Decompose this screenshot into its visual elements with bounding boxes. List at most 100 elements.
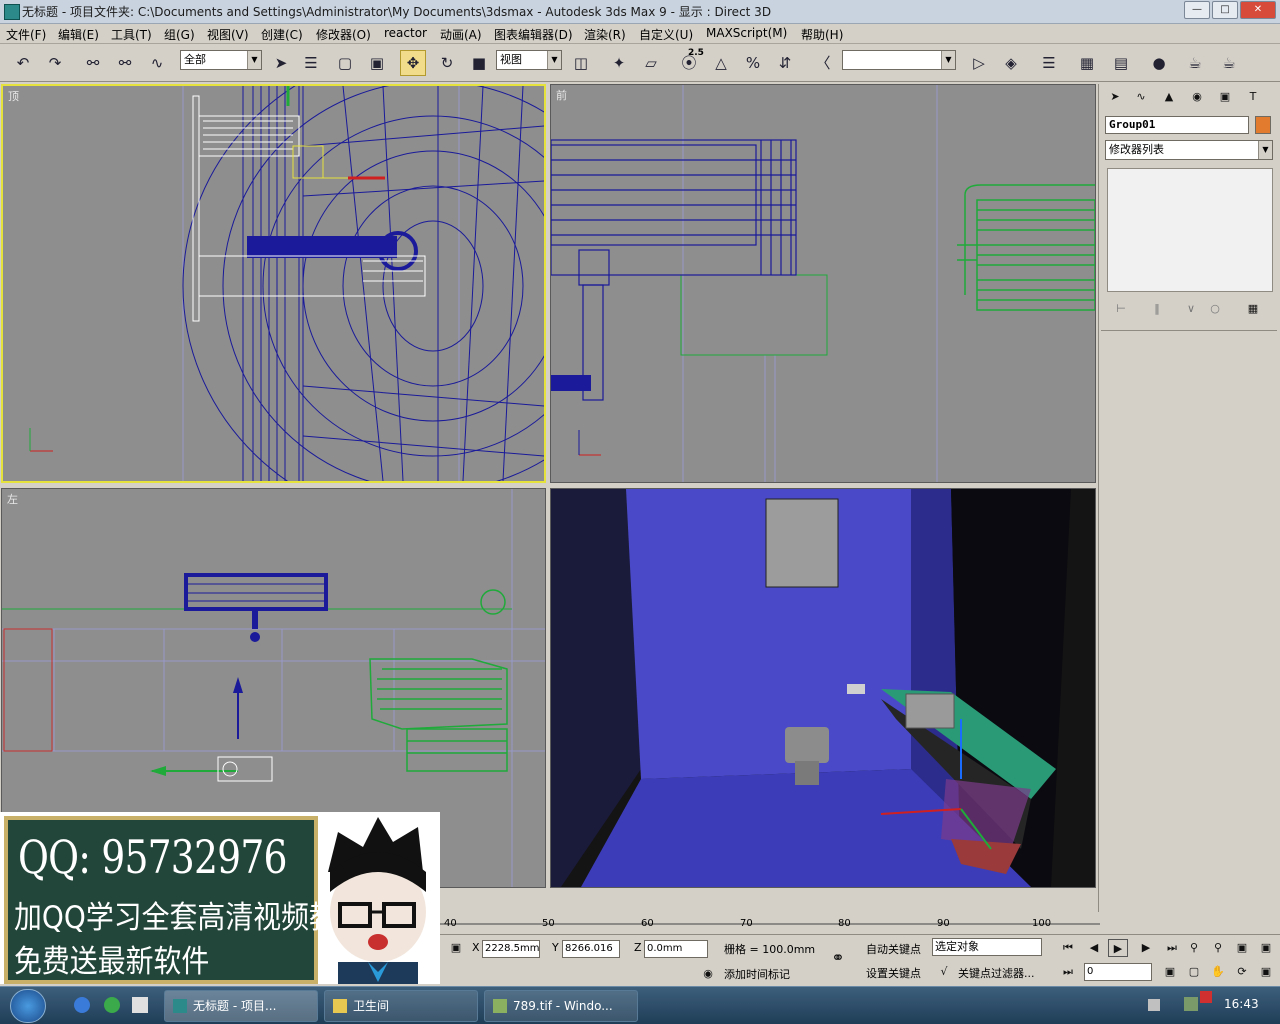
display-tab-icon[interactable]: ▣ xyxy=(1215,88,1235,106)
alert-icon[interactable] xyxy=(1200,991,1212,1003)
menu-help[interactable]: 帮助(H) xyxy=(801,26,843,43)
go-to-start-icon[interactable]: ⏮ xyxy=(1058,939,1078,957)
make-unique-icon[interactable]: ∨ xyxy=(1181,300,1201,318)
pan-icon[interactable]: ✋ xyxy=(1208,963,1228,981)
track-bar[interactable]: 40 50 60 70 80 90 100 xyxy=(440,912,1100,934)
add-time-tag-button[interactable]: 添加时间标记 xyxy=(724,966,790,982)
redo-icon[interactable]: ↷ xyxy=(42,50,68,76)
previous-frame-icon[interactable]: ◀ xyxy=(1084,939,1104,957)
undo-icon[interactable]: ↶ xyxy=(10,50,36,76)
modifier-stack[interactable] xyxy=(1107,168,1273,292)
selection-filter-dropdown[interactable]: 全部 ▼ xyxy=(180,50,262,70)
select-and-rotate-icon[interactable]: ↻ xyxy=(434,50,460,76)
viewport-perspective[interactable]: 透视 xyxy=(550,488,1096,888)
mirror-icon[interactable]: ▷ xyxy=(966,50,992,76)
render-scene-icon[interactable]: ☕ xyxy=(1182,50,1208,76)
rectangular-selection-icon[interactable]: ▢ xyxy=(332,50,358,76)
task-3dsmax[interactable]: 无标题 - 项目... xyxy=(164,990,318,1022)
material-editor-icon[interactable]: ● xyxy=(1146,50,1172,76)
time-configuration-icon[interactable]: ▣ xyxy=(1160,963,1180,981)
bind-space-warp-icon[interactable]: ∿ xyxy=(144,50,170,76)
task-image-viewer[interactable]: 789.tif - Windo... xyxy=(484,990,638,1022)
menu-customize[interactable]: 自定义(U) xyxy=(639,26,693,43)
quick-render-icon[interactable]: ☕ xyxy=(1216,50,1242,76)
viewport-front[interactable]: 前 xyxy=(550,84,1096,483)
region-zoom-icon[interactable]: ▢ xyxy=(1184,963,1204,981)
select-object-icon[interactable]: ➤ xyxy=(268,50,294,76)
auto-key-button[interactable]: 自动关键点 xyxy=(866,941,921,957)
arc-rotate-icon[interactable]: ⟳ xyxy=(1232,963,1252,981)
keyboard-icon[interactable] xyxy=(1148,999,1160,1011)
remove-modifier-icon[interactable]: ○ xyxy=(1205,300,1225,318)
menu-reactor[interactable]: reactor xyxy=(384,26,427,40)
ie-icon[interactable] xyxy=(74,997,90,1013)
pin-stack-icon[interactable]: ⊢ xyxy=(1111,300,1131,318)
absolute-mode-icon[interactable]: ▣ xyxy=(446,939,466,957)
manipulate-icon[interactable]: ✦ xyxy=(606,50,632,76)
angle-snap-icon[interactable]: △ xyxy=(708,50,734,76)
maximize-button[interactable]: □ xyxy=(1212,1,1238,19)
zoom-all-icon[interactable]: ⚲ xyxy=(1208,939,1228,957)
zoom-extents-all-icon[interactable]: ▣ xyxy=(1256,939,1276,957)
z-coord-field[interactable]: 0.0mm xyxy=(644,940,708,958)
reference-coord-dropdown[interactable]: 视图 ▼ xyxy=(496,50,562,70)
modifier-list-dropdown[interactable]: 修改器列表 ▼ xyxy=(1105,140,1273,160)
current-frame-field[interactable]: 0 xyxy=(1084,963,1152,981)
edit-named-selections-icon[interactable]: 〈 xyxy=(810,50,836,76)
close-button[interactable]: ✕ xyxy=(1240,1,1276,19)
menu-rendering[interactable]: 渲染(R) xyxy=(584,26,626,43)
menu-modifiers[interactable]: 修改器(O) xyxy=(316,26,371,43)
task-folder[interactable]: 卫生间 xyxy=(324,990,478,1022)
select-and-scale-icon[interactable]: ■ xyxy=(466,50,492,76)
utilities-tab-icon[interactable]: T xyxy=(1243,88,1263,106)
menu-file[interactable]: 文件(F) xyxy=(6,26,46,43)
y-coord-field[interactable]: 8266.016 xyxy=(562,940,620,958)
select-and-move-icon[interactable]: ✥ xyxy=(400,50,426,76)
key-mode-toggle-icon[interactable]: ⏭ xyxy=(1058,963,1078,981)
menu-views[interactable]: 视图(V) xyxy=(207,26,249,43)
align-icon[interactable]: ◈ xyxy=(998,50,1024,76)
key-filters-button[interactable]: 关键点过滤器... xyxy=(958,965,1035,981)
set-key-button[interactable]: 设置关键点 xyxy=(866,965,921,981)
quicklaunch-icon[interactable] xyxy=(104,997,120,1013)
unlink-icon[interactable]: ⚯ xyxy=(112,50,138,76)
viewport-top[interactable]: 顶 xyxy=(1,84,546,483)
create-tab-icon[interactable]: ➤ xyxy=(1105,88,1125,106)
menu-maxscript[interactable]: MAXScript(M) xyxy=(706,26,787,40)
named-selection-dropdown[interactable]: ▼ xyxy=(842,50,956,70)
modify-tab-icon[interactable]: ∿ xyxy=(1131,88,1151,106)
clock[interactable]: 16:43 xyxy=(1224,997,1259,1011)
go-to-end-icon[interactable]: ⏭ xyxy=(1162,939,1182,957)
zoom-icon[interactable]: ⚲ xyxy=(1184,939,1204,957)
zoom-extents-icon[interactable]: ▣ xyxy=(1232,939,1252,957)
hierarchy-tab-icon[interactable]: ▲ xyxy=(1159,88,1179,106)
percent-snap-icon[interactable]: % xyxy=(740,50,766,76)
link-icon[interactable]: ⚯ xyxy=(80,50,106,76)
time-tag-icon[interactable]: ◉ xyxy=(698,965,718,983)
menu-graph-editors[interactable]: 图表编辑器(D) xyxy=(494,26,573,43)
x-coord-field[interactable]: 2228.5mm xyxy=(482,940,540,958)
minimize-button[interactable]: — xyxy=(1184,1,1210,19)
object-name-field[interactable]: Group01 xyxy=(1105,116,1249,134)
spinner-snap-icon[interactable]: ⇵ xyxy=(772,50,798,76)
menu-group[interactable]: 组(G) xyxy=(164,26,195,43)
select-by-name-icon[interactable]: ☰ xyxy=(298,50,324,76)
start-button[interactable] xyxy=(10,989,46,1023)
keyboard-shortcut-override-icon[interactable]: ▱ xyxy=(638,50,664,76)
window-crossing-icon[interactable]: ▣ xyxy=(364,50,390,76)
schematic-view-icon[interactable]: ▤ xyxy=(1108,50,1134,76)
key-mode-icon[interactable]: √ xyxy=(934,963,954,981)
app-icon[interactable] xyxy=(4,4,20,20)
selected-object-dropdown[interactable]: 选定对象 xyxy=(932,938,1042,956)
network-icon[interactable] xyxy=(1184,997,1198,1011)
layer-manager-icon[interactable]: ☰ xyxy=(1036,50,1062,76)
menu-tools[interactable]: 工具(T) xyxy=(111,26,152,43)
key-icon[interactable]: ⚭ xyxy=(828,949,848,967)
curve-editor-icon[interactable]: ▦ xyxy=(1074,50,1100,76)
maximize-viewport-icon[interactable]: ▣ xyxy=(1256,963,1276,981)
menu-edit[interactable]: 编辑(E) xyxy=(58,26,99,43)
object-color-swatch[interactable] xyxy=(1255,116,1271,134)
show-end-result-icon[interactable]: ‖ xyxy=(1147,300,1167,318)
menu-animation[interactable]: 动画(A) xyxy=(440,26,482,43)
play-icon[interactable]: ▶ xyxy=(1108,939,1128,957)
